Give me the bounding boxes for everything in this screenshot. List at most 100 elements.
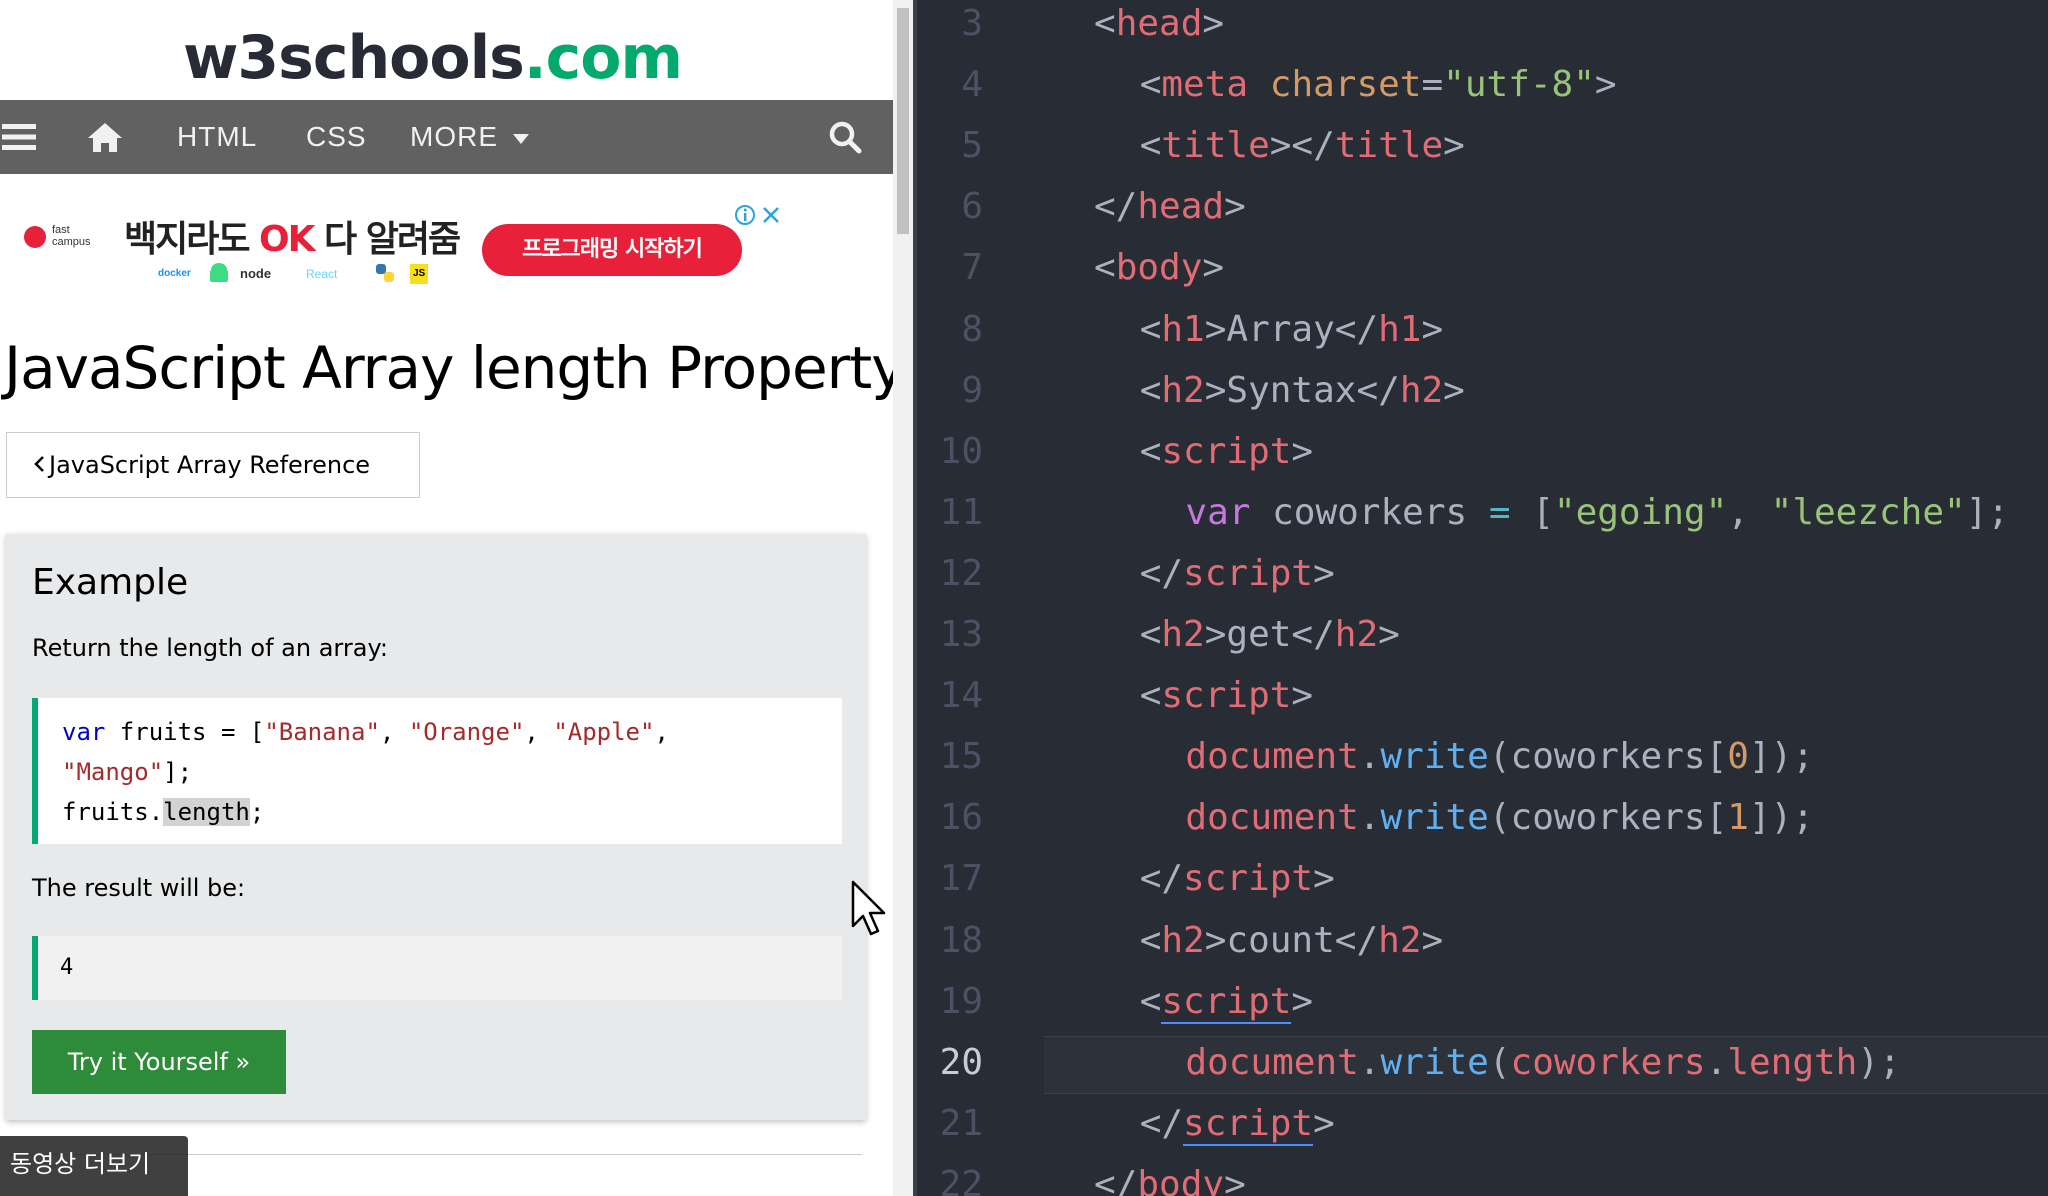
ad-brand-logo: fast campus [24,222,102,262]
python-icon [374,262,396,292]
nav-html-link[interactable]: HTML [177,100,257,174]
line-number: 15 [939,736,983,778]
code-token: > [1291,980,1314,1022]
example-code-block: var fruits = ["Banana", "Orange", "Apple… [32,698,842,844]
code-token: ]; [1965,491,2010,533]
array-reference-button[interactable]: JavaScript Array Reference [6,432,420,498]
code-token: document [1185,797,1359,839]
code-line[interactable]: <head> [1094,0,1224,54]
code-token: >Syntax</ [1204,369,1400,411]
code-token: script [1161,675,1292,717]
code-token: length [1727,1041,1858,1083]
code-token: h1 [1378,308,1422,350]
code-token: head [1115,3,1203,44]
top-navigation-bar: HTML CSS MORE [0,100,893,174]
code-token: script [1183,858,1314,900]
code-line[interactable]: </script> [1140,543,1335,604]
code-line[interactable]: document.write(coworkers[1]); [1185,787,1814,848]
code-line[interactable]: </script> [1140,848,1335,909]
browser-scrollbar[interactable] [893,0,913,1196]
code-token: > [1224,186,1246,228]
example-description: Return the length of an array: [32,634,388,662]
menu-icon[interactable] [2,100,42,174]
code-line[interactable]: <script> [1140,665,1313,726]
code-token: > [1313,858,1335,900]
code-token: h2 [1161,369,1205,411]
code-line[interactable]: <h1>Array</h1> [1140,299,1443,360]
code-line[interactable]: <h2>get</h2> [1140,604,1400,665]
search-icon[interactable] [828,100,868,174]
logo-domain-text: .com [523,23,683,93]
code-token: title [1334,125,1444,167]
mouse-cursor-icon [850,880,890,940]
code-token: "leezche" [1770,491,1966,533]
code-token: > [1421,308,1444,350]
ad-headline-part-2: 다 알려줌 [313,219,461,260]
line-number: 22 [939,1163,983,1196]
ad-controls [734,204,782,226]
code-line[interactable]: <body> [1094,237,1224,298]
code-token: > [1421,919,1444,961]
code-line[interactable]: document.write(coworkers[0]); [1185,726,1814,787]
ad-info-icon[interactable] [734,204,756,226]
code-token: h2 [1334,614,1379,655]
code-line[interactable]: </head> [1094,176,1246,237]
line-number: 20 [939,1041,983,1083]
line-number: 19 [939,980,983,1022]
code-token: > [1443,125,1465,167]
code-line[interactable]: <title></title> [1140,115,1465,176]
code-token: , [1727,491,1771,533]
code-token: < [1094,247,1116,289]
code-token: script [1183,1102,1314,1146]
code-line[interactable]: <meta charset="utf-8"> [1140,54,1617,115]
code-token: </ [1094,1163,1138,1196]
nav-more-dropdown[interactable]: MORE [410,100,529,174]
code-line[interactable]: </script> [1140,1093,1335,1154]
more-videos-button[interactable]: 동영상 더보기 [0,1136,188,1196]
android-icon [208,262,230,294]
code-token: [ [1510,491,1554,533]
ad-tech-docker: docker [158,268,191,279]
ad-headline-ok: OK [259,219,315,260]
code-token: var [1185,491,1251,533]
advertisement-banner[interactable]: fast campus 백지라도 OK 다 알려줌 docker node Rea… [0,196,800,296]
code-line[interactable]: var coworkers = ["egoing", "leezche"]; [1185,482,2009,543]
line-number: 11 [939,491,983,533]
chevron-left-icon [33,433,45,497]
code-token: </ [1094,186,1138,228]
code-token: >Array</ [1204,308,1379,350]
code-line[interactable]: <script> [1140,421,1313,482]
scrollbar-thumb[interactable] [897,8,909,234]
code-token: ); [1857,1041,1901,1083]
try-it-yourself-button[interactable]: Try it Yourself » [32,1030,286,1094]
ad-close-icon[interactable] [760,204,782,226]
code-token: 0 [1727,736,1749,778]
ad-headline-part-1: 백지라도 [124,219,260,260]
result-output: 4 [32,936,842,1000]
code-editor[interactable]: 3 4 5 6 7 8 9 10 11 12 13 14 15 16 17 18 19 20 21 22 <head>… [917,0,2048,1196]
code-token: (coworkers[ [1488,797,1728,839]
code-line[interactable]: </body> [1094,1154,1246,1196]
w3schools-logo[interactable]: w3schools.com [0,22,865,94]
line-number: 7 [961,247,983,289]
code-line[interactable]: document.write(coworkers.length); [1185,1032,1900,1093]
home-icon[interactable] [86,100,130,174]
code-token: script [1161,980,1292,1024]
ad-cta-button[interactable]: 프로그래밍 시작하기 [482,224,742,276]
code-token: script [1161,430,1292,472]
code-token: document [1185,1041,1359,1083]
code-line-2: "Mango"]; [62,758,193,786]
code-line[interactable]: <h2>count</h2> [1140,910,1443,971]
browser-pane: w3schools.com HTML CSS MORE fast campus 백… [0,0,895,1196]
ad-tech-react: React [306,267,338,281]
code-token: ( [1488,1041,1511,1083]
code-token: < [1139,64,1162,106]
code-line[interactable]: <h2>Syntax</h2> [1140,360,1465,421]
code-token: > [1378,614,1400,655]
code-token: < [1139,919,1162,961]
nav-css-link[interactable]: CSS [306,100,367,174]
ad-headline: 백지라도 OK 다 알려줌 [124,210,461,262]
code-token: title [1161,125,1270,167]
code-line[interactable]: <script> [1140,971,1313,1032]
code-token: body [1115,247,1203,289]
